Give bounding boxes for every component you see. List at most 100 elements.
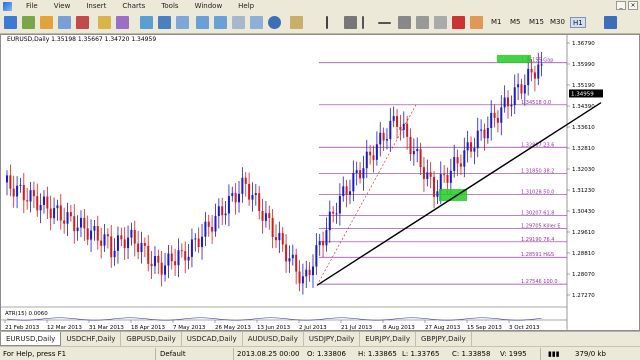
candle-body	[382, 132, 385, 141]
line-chart-icon[interactable]	[176, 16, 189, 29]
tab-eurjpy[interactable]: EURJPY,Daily	[360, 332, 416, 346]
candle-body	[264, 213, 267, 221]
candle-body	[500, 107, 503, 123]
candle-body	[480, 129, 483, 131]
candle-body	[453, 157, 456, 171]
connection-icon: ▮▮▮	[548, 350, 560, 358]
tab-gbpjpy[interactable]: GBPJPY,Daily	[416, 332, 472, 346]
menu-charts[interactable]: Charts	[114, 2, 153, 10]
candle-body	[46, 196, 49, 209]
tab-gbpusd[interactable]: GBPUSD,Daily	[121, 332, 182, 346]
candle-body	[291, 254, 294, 259]
candles-icon[interactable]	[158, 16, 171, 29]
candle-body	[150, 263, 153, 267]
profiles-icon[interactable]	[22, 16, 35, 29]
menu-window[interactable]: Window	[187, 2, 231, 10]
periods-icon[interactable]	[268, 16, 281, 29]
trendline-icon[interactable]	[398, 16, 411, 29]
date-tick-label: 7 May 2013	[173, 325, 206, 330]
candle-body	[251, 195, 254, 200]
candle-body	[533, 72, 536, 79]
tab-usdjpy[interactable]: USDJPY,Daily	[304, 332, 361, 346]
zoom-out-icon[interactable]	[214, 16, 227, 29]
horizontal-line-icon[interactable]	[378, 22, 391, 24]
fib-level-label: 1.31850 38.2	[521, 168, 554, 174]
candle-body	[527, 68, 530, 86]
arrows-icon[interactable]	[470, 16, 483, 29]
timeframe-m1[interactable]: M1	[489, 17, 504, 28]
text-icon[interactable]	[452, 16, 465, 29]
candle-body	[244, 177, 247, 184]
cursor-icon[interactable]	[326, 16, 328, 29]
new-order-icon[interactable]	[98, 16, 111, 29]
candle-body	[120, 235, 123, 240]
candle-body	[503, 97, 506, 108]
price-tick-label: 1.30430	[572, 209, 595, 215]
timeframe-m5[interactable]: M5	[508, 17, 523, 28]
tab-usdchf[interactable]: USDCHF,Daily	[61, 332, 122, 346]
candle-body	[177, 250, 180, 266]
chart-window[interactable]: 1.36790 1.35990 1.35190 1.34390 1.33610 1.328…	[0, 34, 640, 331]
candle-body	[224, 213, 227, 216]
candle-body	[335, 213, 338, 215]
status-low: L: 1.33765	[402, 350, 440, 358]
timeframe-m15[interactable]: M15	[527, 17, 546, 28]
fib-level-label: 1.29705 Killer E	[521, 224, 561, 230]
candle-body	[459, 163, 462, 167]
minimize-icon[interactable]: _	[616, 1, 626, 10]
candle-body	[406, 123, 409, 137]
menu-view[interactable]: View	[46, 2, 79, 10]
tab-usdcad[interactable]: USDCAD,Daily	[182, 332, 243, 346]
templates-icon[interactable]	[290, 16, 303, 29]
date-tick-label: 18 Apr 2013	[131, 325, 166, 330]
candle-body	[170, 253, 173, 262]
channel-icon[interactable]	[416, 16, 429, 29]
navigator-icon[interactable]	[58, 16, 71, 29]
menu-insert[interactable]: Insert	[78, 2, 114, 10]
tile-windows-icon[interactable]	[232, 16, 245, 29]
candle-body	[352, 172, 355, 192]
autoscroll-icon[interactable]	[250, 16, 263, 29]
candle-body	[53, 208, 56, 219]
candle-body	[436, 191, 439, 197]
vertical-line-icon[interactable]	[362, 16, 364, 29]
tab-eurusd[interactable]: EURUSD,Daily	[0, 332, 62, 346]
status-volume: V: 1995	[500, 350, 527, 358]
terminal-icon[interactable]	[76, 16, 89, 29]
candle-body	[174, 261, 177, 266]
menu-file[interactable]: File	[18, 2, 46, 10]
expert-advisors-icon[interactable]	[116, 16, 129, 29]
date-tick-label: 21 Jul 2013	[341, 325, 373, 330]
fibonacci-icon[interactable]	[434, 16, 447, 29]
date-tick-label: 31 Mar 2013	[89, 325, 124, 330]
close-icon[interactable]: ×	[628, 1, 638, 10]
candle-body	[180, 250, 183, 252]
tab-audusd[interactable]: AUDUSD,Daily	[243, 332, 304, 346]
candle-body	[93, 226, 96, 231]
bar-chart-icon[interactable]	[140, 16, 153, 29]
candle-body	[396, 116, 399, 127]
market-watch-icon[interactable]	[40, 16, 53, 29]
date-tick-label: 2 Jul 2013	[299, 325, 327, 330]
candle-body	[483, 129, 486, 139]
candle-body	[399, 126, 402, 130]
more-icon[interactable]	[604, 16, 617, 29]
menu-tools[interactable]: Tools	[153, 2, 186, 10]
candle-body	[76, 227, 79, 232]
new-chart-icon[interactable]	[4, 16, 17, 29]
gap-highlight-box	[497, 55, 531, 63]
timeframe-m30[interactable]: M30	[548, 17, 567, 28]
price-tick-label: 1.36790	[572, 41, 595, 47]
candle-body	[315, 245, 318, 267]
date-tick-label: 21 Feb 2013	[5, 325, 40, 330]
candle-body	[113, 250, 116, 258]
price-chart[interactable]: 1.367901.359901.351901.343901.336101.328…	[1, 35, 639, 330]
candle-body	[301, 276, 304, 284]
crosshair-icon[interactable]	[344, 16, 357, 29]
candle-body	[517, 84, 520, 88]
timeframe-h1[interactable]: H1	[570, 17, 586, 28]
menu-help[interactable]: Help	[230, 2, 262, 10]
candle-body	[69, 212, 72, 217]
candle-body	[234, 193, 237, 203]
zoom-in-icon[interactable]	[196, 16, 209, 29]
